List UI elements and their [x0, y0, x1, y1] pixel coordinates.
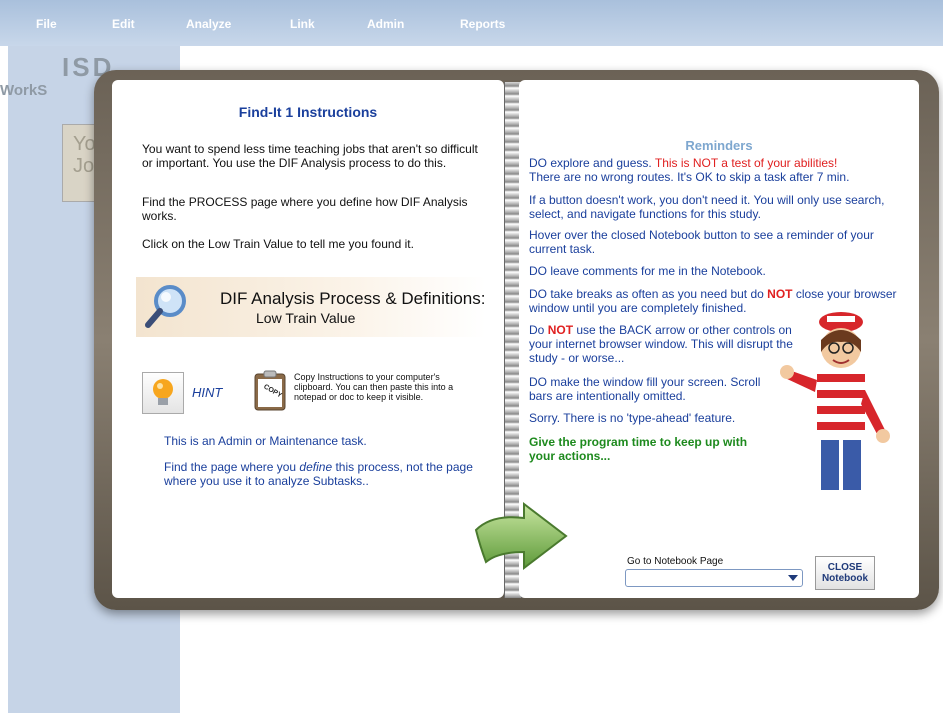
reminder-5-pre: DO take breaks as often as you need but … — [529, 287, 768, 301]
menu-admin[interactable]: Admin — [367, 17, 404, 31]
left-page: Find-It 1 Instructions You want to spend… — [112, 80, 504, 598]
reminders-title: Reminders — [685, 138, 753, 153]
waldo-illustration — [780, 312, 890, 490]
clipboard-copy-icon[interactable]: COPY — [253, 370, 287, 412]
reminder-6-pre: Do — [529, 323, 548, 337]
reminder-1-warning: This is NOT a test of your abilities! — [654, 156, 838, 170]
menu-edit[interactable]: Edit — [112, 17, 135, 31]
close-notebook-line2: Notebook — [821, 573, 869, 584]
reminder-1-detail: There are no wrong routes. It's OK to sk… — [529, 170, 850, 184]
sidebar-card-text: Yo Jo — [73, 133, 96, 177]
menu-reports[interactable]: Reports — [460, 17, 505, 31]
find-note-emph: define — [299, 460, 333, 474]
menu-bar: File Edit Analyze Link Admin Reports — [0, 0, 943, 46]
find-note: Find the page where you define this proc… — [164, 460, 474, 488]
menu-analyze[interactable]: Analyze — [186, 17, 231, 31]
reminder-4: DO leave comments for me in the Notebook… — [529, 264, 766, 278]
hint-button[interactable] — [142, 372, 184, 414]
close-notebook-button[interactable]: CLOSE Notebook — [815, 556, 875, 590]
lightbulb-icon — [153, 379, 173, 405]
dif-analysis-target[interactable]: DIF Analysis Process & Definitions: Low … — [136, 277, 486, 337]
find-note-pre: Find the page where you — [164, 460, 300, 474]
reminder-9: Give the program time to keep up with yo… — [529, 435, 748, 463]
reminder-5-not: NOT — [767, 287, 793, 301]
instruction-para-2: Find the PROCESS page where you define h… — [142, 195, 468, 223]
close-notebook-line1: CLOSE — [827, 562, 863, 573]
app-logo-sub: WorkS — [0, 82, 48, 99]
low-train-value-link[interactable]: Low Train Value — [256, 310, 355, 326]
instruction-para-1: You want to spend less time teaching job… — [142, 142, 478, 170]
dif-title: DIF Analysis Process & Definitions: — [220, 289, 486, 308]
reminder-2: If a button doesn't work, you don't need… — [529, 193, 885, 221]
hint-label: HINT — [192, 385, 223, 400]
reminder-6: Do NOT use the BACK arrow or other contr… — [529, 323, 797, 365]
reminder-6-not: NOT — [547, 323, 574, 337]
reminder-1-text: DO explore and guess. — [529, 156, 655, 170]
menu-link[interactable]: Link — [290, 17, 315, 31]
reminder-1: DO explore and guess. This is NOT a test… — [529, 156, 904, 184]
reminder-8: Sorry. There is no 'type-ahead' feature. — [529, 411, 736, 425]
reminder-7: DO make the window fill your screen. Scr… — [529, 375, 761, 403]
copy-instructions-text: Copy Instructions to your computer's cli… — [294, 372, 454, 402]
instructions-title: Find-It 1 Instructions — [238, 104, 378, 120]
goto-notebook-select[interactable] — [625, 569, 803, 587]
right-page: Reminders DO explore and guess. This is … — [519, 80, 919, 598]
next-arrow-icon[interactable] — [472, 500, 570, 572]
magnifier-icon — [145, 285, 186, 328]
goto-notebook-label: Go to Notebook Page — [627, 556, 724, 567]
instruction-para-3: Click on the Low Train Value to tell me … — [142, 237, 414, 251]
notebook: Find-It 1 Instructions You want to spend… — [94, 70, 939, 610]
menu-file[interactable]: File — [36, 17, 57, 31]
reminder-3: Hover over the closed Notebook button to… — [529, 228, 874, 256]
admin-note: This is an Admin or Maintenance task. — [164, 434, 367, 448]
dropdown-arrow-icon — [788, 575, 798, 581]
